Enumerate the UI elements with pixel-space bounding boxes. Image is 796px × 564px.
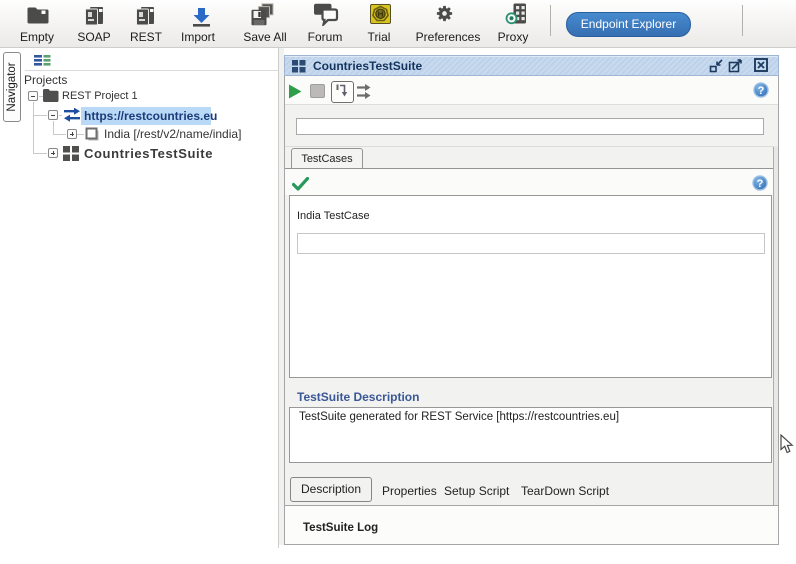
svg-text:?: ? — [757, 178, 764, 190]
svg-text:?: ? — [758, 85, 765, 97]
